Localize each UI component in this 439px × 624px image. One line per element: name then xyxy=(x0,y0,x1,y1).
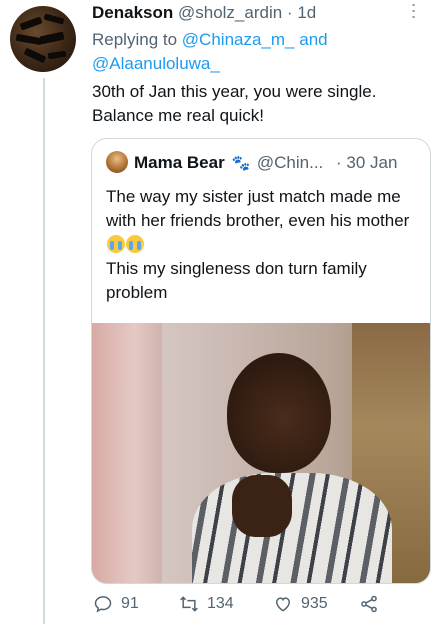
quote-author-name: Mama Bear xyxy=(134,153,225,172)
author-handle[interactable]: @sholz_ardin xyxy=(178,3,282,22)
like-count: 935 xyxy=(301,595,328,612)
tweet-text-line-2: Balance me real quick! xyxy=(92,106,264,125)
tweet-text-line-1: 30th of Jan this year, you were single. xyxy=(92,82,377,101)
quote-header: Mama Bear 🐾 @Chin... · 30 Jan xyxy=(106,151,426,176)
share-button[interactable] xyxy=(359,594,379,614)
quote-image[interactable] xyxy=(92,323,430,583)
reply-mention-2[interactable]: @Alaanuloluwa_ xyxy=(92,54,220,73)
quoted-tweet[interactable]: Mama Bear 🐾 @Chin... · 30 Jan The way my… xyxy=(91,138,431,584)
like-button[interactable]: 935 xyxy=(273,594,328,614)
quote-avatar xyxy=(106,151,128,173)
retweet-count: 134 xyxy=(207,595,234,612)
thread-line xyxy=(43,78,45,624)
like-icon xyxy=(275,597,291,612)
author-name[interactable]: Denakson xyxy=(92,3,173,22)
reply-count: 91 xyxy=(121,595,139,612)
reply-and: and xyxy=(299,30,328,49)
tweet-header: Denakson @sholz_ardin · 1d xyxy=(92,2,422,24)
quote-separator: · xyxy=(336,153,342,172)
tweet-time[interactable]: 1d xyxy=(297,3,316,22)
replying-to: Replying to @Chinaza_m_ and @Alaanuloluw… xyxy=(92,28,412,76)
crying-face-emoji xyxy=(107,235,125,253)
quote-text: The way my sister just match made me wit… xyxy=(106,185,418,305)
retweet-button[interactable]: 134 xyxy=(179,594,234,614)
retweet-icon xyxy=(180,596,198,612)
tweet-text: 30th of Jan this year, you were single. … xyxy=(92,80,422,128)
share-icon xyxy=(361,595,377,613)
quote-text-part-1: The way my sister just match made me wit… xyxy=(106,187,410,230)
quote-date: 30 Jan xyxy=(346,153,398,172)
reply-button[interactable]: 91 xyxy=(93,594,139,614)
paw-icon: 🐾 xyxy=(231,155,251,172)
avatar[interactable] xyxy=(10,6,76,72)
quote-author-handle: @Chin... xyxy=(256,153,324,172)
quote-text-part-2: This my singleness don turn family probl… xyxy=(106,259,367,302)
tweet-actions: 91 134 935 xyxy=(91,594,431,620)
reply-mention-1[interactable]: @Chinaza_m_ xyxy=(182,30,295,49)
crying-face-emoji xyxy=(126,235,144,253)
replying-prefix: Replying to xyxy=(92,30,178,49)
reply-icon xyxy=(94,596,112,613)
separator: · xyxy=(286,3,293,22)
